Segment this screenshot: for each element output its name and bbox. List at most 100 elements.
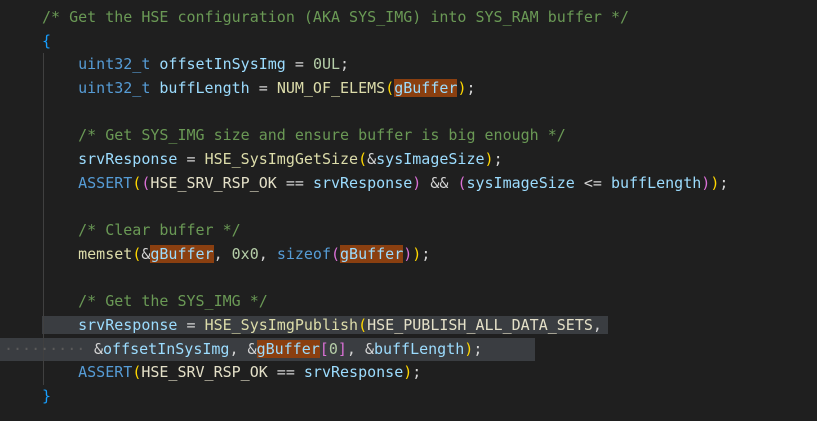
code-token: ; <box>719 173 729 192</box>
highlighted-token: gBuffer <box>394 79 458 98</box>
code-line[interactable]: uint32_t offsetInSysImg = 0UL; <box>0 53 817 78</box>
code-line[interactable]: srvResponse = HSE_SysImgGetSize(&sysImag… <box>0 148 817 172</box>
code-line[interactable] <box>0 100 817 125</box>
code-token: sysImageSize <box>466 173 575 192</box>
code-content: memset(&gBuffer, 0x0, sizeof(gBuffer)); <box>42 244 431 263</box>
code-line[interactable]: ASSERT(HSE_SRV_RSP_OK == srvResponse); <box>0 361 817 385</box>
indent-guide <box>43 171 44 196</box>
code-token: ; <box>493 150 503 169</box>
code-token: memset <box>78 244 133 263</box>
code-content: /* Clear buffer */ <box>42 221 241 239</box>
indent-guide <box>43 195 44 220</box>
code-token: NUM_OF_ELEMS <box>276 79 386 98</box>
indent-guide <box>43 148 44 172</box>
code-token: sysImageSize <box>376 150 485 169</box>
code-token: ASSERT <box>78 173 133 192</box>
code-line[interactable]: uint32_t buffLength = NUM_OF_ELEMS(gBuff… <box>0 77 817 101</box>
code-token: /* Get SYS_IMG size and ensure buffer is… <box>78 126 566 145</box>
code-line[interactable]: /* Get the HSE configuration (AKA SYS_IM… <box>0 6 817 30</box>
code-token: , <box>229 339 248 358</box>
indent-guide <box>43 361 44 385</box>
code-token: srvResponse <box>303 363 404 382</box>
code-editor[interactable]: /* Get the HSE configuration (AKA SYS_IM… <box>0 6 817 409</box>
code-token: ) <box>701 173 711 192</box>
code-token: ; <box>421 244 431 263</box>
code-token: & <box>94 339 104 358</box>
code-token: [ <box>319 339 329 358</box>
code-token: ) <box>412 173 422 192</box>
code-token: = <box>285 55 313 74</box>
code-token: == <box>267 363 304 382</box>
code-token: /* Get the HSE configuration (AKA SYS_IM… <box>42 8 629 26</box>
code-token: srvResponse <box>78 150 178 169</box>
code-token: ASSERT <box>78 363 133 382</box>
code-token: ; <box>412 363 422 382</box>
code-token: ) <box>464 339 474 358</box>
code-content: /* Get SYS_IMG size and ensure buffer is… <box>42 126 566 144</box>
code-token: & <box>367 150 377 169</box>
code-token: buffLength <box>159 79 250 98</box>
indent-guide <box>43 242 44 267</box>
code-token: sizeof <box>276 244 331 263</box>
indent-guide <box>43 290 44 314</box>
code-line[interactable] <box>0 195 817 220</box>
code-token: 0x0 <box>231 244 259 263</box>
code-token: = <box>177 150 205 169</box>
code-token: <= <box>574 173 611 192</box>
code-token: srvResponse <box>78 315 178 334</box>
whitespace-dots: ········· <box>4 339 86 358</box>
code-token: && <box>421 173 458 192</box>
indent-guide <box>43 219 44 243</box>
code-line[interactable]: { <box>0 30 817 54</box>
code-token: ] <box>337 339 347 358</box>
code-line[interactable]: /* Clear buffer */ <box>0 219 817 243</box>
code-line[interactable]: } <box>0 385 817 409</box>
code-token: ) <box>484 150 494 169</box>
indent-guide <box>43 313 44 338</box>
code-token: ) <box>412 244 422 263</box>
code-token: ( <box>358 315 368 334</box>
code-line[interactable]: srvResponse = HSE_SysImgPublish(HSE_PUBL… <box>0 313 817 338</box>
code-content: uint32_t buffLength = NUM_OF_ELEMS(gBuff… <box>42 79 476 98</box>
code-content: } <box>42 387 51 405</box>
code-content: &offsetInSysImg, &gBuffer[0], &buffLengt… <box>94 339 483 358</box>
code-token: ( <box>132 244 142 263</box>
code-token: , <box>258 244 277 263</box>
code-line[interactable] <box>0 266 817 291</box>
highlighted-token: gBuffer <box>150 244 214 263</box>
code-token: 0UL <box>312 55 341 74</box>
code-token: HSE_SysImgGetSize <box>204 150 359 169</box>
code-content: /* Get the SYS_IMG */ <box>42 292 268 310</box>
code-line[interactable]: /* Get the SYS_IMG */ <box>0 290 817 314</box>
indent-guide <box>43 266 44 291</box>
code-token: buffLength <box>610 173 702 192</box>
code-token: } <box>42 387 52 405</box>
code-line[interactable]: /* Get SYS_IMG size and ensure buffer is… <box>0 124 817 149</box>
code-token: , <box>346 339 365 358</box>
code-line[interactable]: ········· &offsetInSysImg, &gBuffer[0], &… <box>0 337 817 362</box>
code-content: /* Get the HSE configuration (AKA SYS_IM… <box>42 8 629 26</box>
code-token: , <box>213 244 232 263</box>
highlighted-token: gBuffer <box>256 339 320 358</box>
code-content: srvResponse = HSE_SysImgGetSize(&sysImag… <box>42 150 503 169</box>
code-token: uint32_t <box>78 79 151 98</box>
code-token: uint32_t <box>78 55 151 74</box>
code-token: ( <box>132 363 142 382</box>
code-token: ( <box>358 150 368 169</box>
code-token: ( <box>385 79 395 98</box>
code-token: , <box>592 315 602 334</box>
indent-guide <box>43 77 44 101</box>
code-token: /* Get the SYS_IMG */ <box>78 292 268 311</box>
code-token: & <box>247 339 257 358</box>
indent-guide <box>43 53 44 78</box>
code-token: offsetInSysImg <box>103 339 230 358</box>
code-line[interactable]: ASSERT((HSE_SRV_RSP_OK == srvResponse) &… <box>0 171 817 196</box>
code-token: ) <box>710 173 720 192</box>
indent-guide <box>43 124 44 149</box>
code-token: & <box>364 339 374 358</box>
code-token: == <box>276 173 313 192</box>
code-token: ; <box>473 339 483 358</box>
code-token: = <box>249 79 277 98</box>
code-line[interactable]: memset(&gBuffer, 0x0, sizeof(gBuffer)); <box>0 242 817 267</box>
indent-guide <box>43 100 44 125</box>
